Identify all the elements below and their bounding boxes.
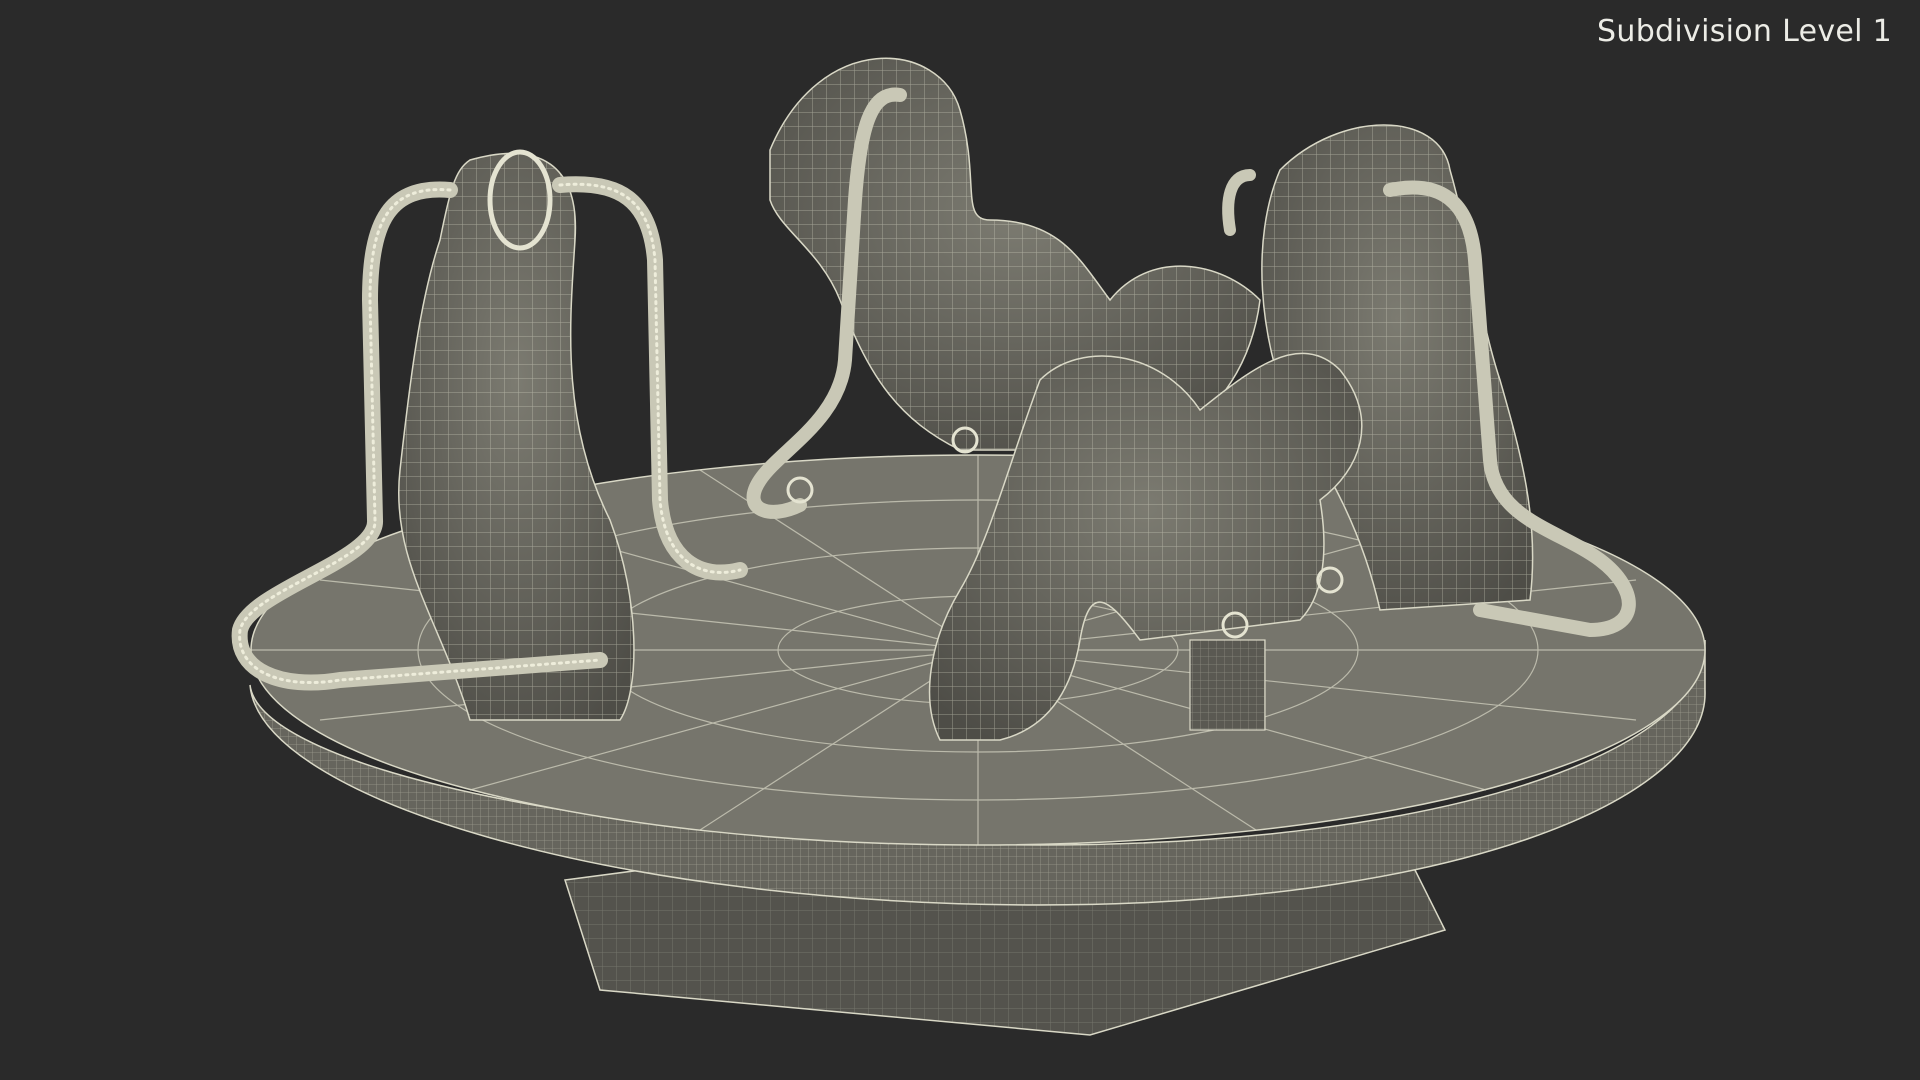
subdivision-level-label: Subdivision Level 1 xyxy=(1597,14,1892,49)
center-post xyxy=(1189,639,1266,731)
render-viewport: Subdivision Level 1 xyxy=(0,0,1920,1080)
wireframe-render xyxy=(231,57,1706,1036)
